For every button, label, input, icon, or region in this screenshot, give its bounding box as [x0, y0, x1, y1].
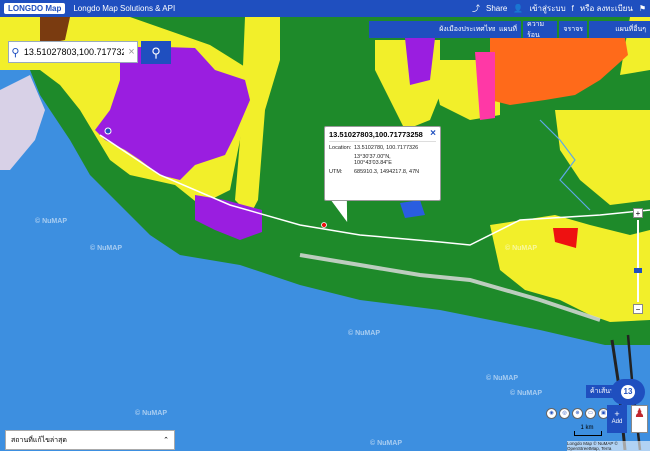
recent-places-label: สถานที่แก้ไขล่าสุด — [11, 436, 67, 444]
layer-tabs: แผนที่ ความร้อน จราจร แผนที่อื่นๆ — [495, 21, 650, 39]
facebook-icon[interactable]: f — [572, 4, 574, 13]
recent-places-panel[interactable]: สถานที่แก้ไขล่าสุด ⌃ — [5, 430, 175, 450]
zoom-track[interactable] — [637, 220, 639, 302]
add-button[interactable]: + Add — [607, 405, 627, 433]
tab-heat[interactable]: ความร้อน — [523, 21, 558, 39]
popup-title: 13.51027803,100.71773258 — [329, 130, 436, 142]
watermark: © NuMAP — [505, 245, 537, 252]
coordinate-popup: 13.51027803,100.71773258 × Location: 13.… — [324, 126, 441, 201]
plus-icon: + — [614, 409, 620, 419]
register-link[interactable]: หรือ ลงทะเบียน — [580, 2, 633, 15]
chevron-up-icon[interactable]: ⌃ — [163, 436, 169, 444]
utm-value: 685910.3, 1494217.8, 47N — [354, 169, 420, 175]
navigation-pad[interactable]: 13 — [611, 379, 645, 405]
longdo-logo[interactable]: LONGDO Map — [4, 3, 66, 14]
zoom-control: + − — [633, 208, 643, 318]
tab-traffic[interactable]: จราจร — [559, 21, 588, 38]
dms-lon: 100°43'03.84"E — [354, 160, 392, 166]
watermark: © NuMAP — [510, 390, 542, 397]
utm-label: UTM: — [329, 169, 343, 175]
watermark: © NuMAP — [90, 245, 122, 252]
login-link[interactable]: เข้าสู่ระบบ — [529, 2, 565, 15]
share-icon[interactable]: ⤴ — [472, 3, 480, 14]
dms-row: 13°30'37.00"N, 100°43'03.84"E — [329, 154, 436, 166]
location-value: 13.5102780, 100.7177326 — [354, 145, 419, 151]
tab-map[interactable]: แผนที่ — [495, 21, 522, 38]
watermark: © NuMAP — [35, 218, 67, 225]
search-icon: ⚲ — [11, 46, 20, 59]
location-row: Location: 13.5102780, 100.7177326 — [329, 145, 436, 151]
nav-center-button[interactable]: 13 — [621, 385, 635, 399]
location-label: Location: — [329, 145, 352, 151]
layers-icon[interactable]: ◎ — [559, 408, 570, 419]
zoom-slider-thumb[interactable] — [634, 268, 642, 273]
cityplan-dropdown[interactable]: ผังเมืองประเทศไทย — [369, 21, 501, 38]
dms-value: 13°30'37.00"N, 100°43'03.84"E — [354, 154, 436, 166]
search-box: ⚲ × — [8, 41, 138, 63]
search-icon: ⚲ — [151, 44, 161, 60]
ruler-icon[interactable]: ▭ — [585, 408, 596, 419]
location-marker — [321, 222, 327, 228]
zoom-out-button[interactable]: − — [633, 304, 643, 314]
map-canvas[interactable] — [0, 0, 650, 450]
watermark: © NuMAP — [135, 410, 167, 417]
map-tools: ◉ ◎ ⊕ ▭ ▣ — [546, 408, 609, 419]
site-title[interactable]: Longdo Map Solutions & API — [73, 4, 472, 13]
user-icon: 👤 — [513, 4, 524, 13]
watermark: © NuMAP — [348, 330, 380, 337]
clear-icon[interactable]: × — [126, 46, 137, 58]
header-actions: ⤴ Share 👤 เข้าสู่ระบบ f หรือ ลงทะเบียน ⚑ — [472, 2, 646, 15]
watermark: © NuMAP — [486, 375, 518, 382]
pegman-icon[interactable]: ♟ — [631, 405, 648, 433]
top-bar: LONGDO Map Longdo Map Solutions & API ⤴ … — [0, 0, 650, 17]
scale-line — [574, 431, 602, 436]
locate-icon[interactable]: ⊕ — [572, 408, 583, 419]
share-link[interactable]: Share — [486, 4, 507, 13]
more-maps-dropdown[interactable]: แผนที่อื่นๆ — [589, 21, 650, 38]
globe-icon[interactable]: ◉ — [546, 408, 557, 419]
utm-row: UTM: 685910.3, 1494217.8, 47N — [329, 169, 436, 175]
search-input[interactable] — [21, 47, 126, 57]
add-label: Add — [611, 419, 623, 425]
search-button[interactable]: ⚲ — [141, 41, 171, 64]
zoom-in-button[interactable]: + — [633, 208, 643, 218]
flag-icon[interactable]: ⚑ — [639, 4, 646, 13]
scale-bar: 1 km — [574, 425, 602, 436]
watermark: © NuMAP — [370, 440, 402, 447]
close-icon[interactable]: × — [430, 128, 436, 139]
layer-bar: ผังเมืองประเทศไทย — [369, 21, 501, 38]
place-marker — [104, 127, 112, 135]
